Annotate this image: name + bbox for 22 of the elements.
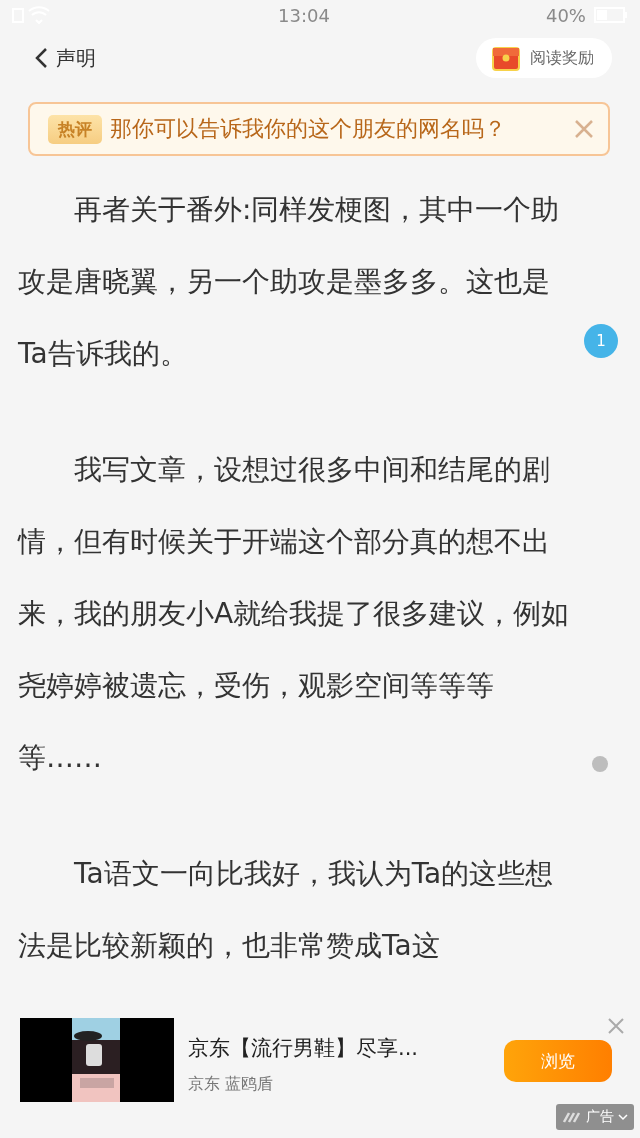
- article-paragraph: 我写文章，设想过很多中间和结尾的剧情，但有时候关于开端这个部分真的想不出来，我的朋友小A就给我提了很多建议，例如尧婷婷被遗忘，受伤，观影空间等等等等……: [18, 452, 570, 776]
- article-paragraph: 再者关于番外:同样发梗图，其中一个助攻是唐晓翼，另一个助攻是墨多多。这也是Ta告诉我的。: [18, 192, 561, 372]
- hot-comment-tag: 热评: [48, 114, 102, 144]
- treasure-chest-icon: [492, 44, 520, 72]
- clock-time: 13:04: [278, 4, 330, 26]
- hot-comment-banner[interactable]: 热评 那你可以告诉我你的这个朋友的网名吗？: [28, 102, 610, 156]
- caret-icon: [618, 1113, 628, 1121]
- stripes-logo-icon: [562, 1111, 582, 1123]
- scroll-dot-icon: [592, 756, 608, 772]
- reading-reward-button[interactable]: 阅读奖励: [476, 38, 612, 78]
- back-chevron-icon: [34, 47, 48, 69]
- comment-count-badge[interactable]: 1: [584, 324, 618, 358]
- browse-button[interactable]: 浏览: [504, 1040, 612, 1082]
- ad-title[interactable]: 京东【流行男鞋】尽享...: [188, 1034, 490, 1062]
- hot-comment-text: 那你可以告诉我你的这个朋友的网名吗？: [110, 115, 507, 143]
- ad-label[interactable]: 广告: [556, 1104, 634, 1130]
- ad-source: 京东 蓝鸥盾: [188, 1074, 275, 1095]
- article-paragraph: Ta语文一向比我好，我认为Ta的这些想法是比较新颖的，也非常赞成Ta这: [18, 856, 555, 964]
- close-icon[interactable]: [574, 119, 594, 139]
- close-icon[interactable]: [608, 1018, 624, 1034]
- back-button[interactable]: 声明: [34, 44, 96, 72]
- battery-percent: 40%: [545, 4, 586, 26]
